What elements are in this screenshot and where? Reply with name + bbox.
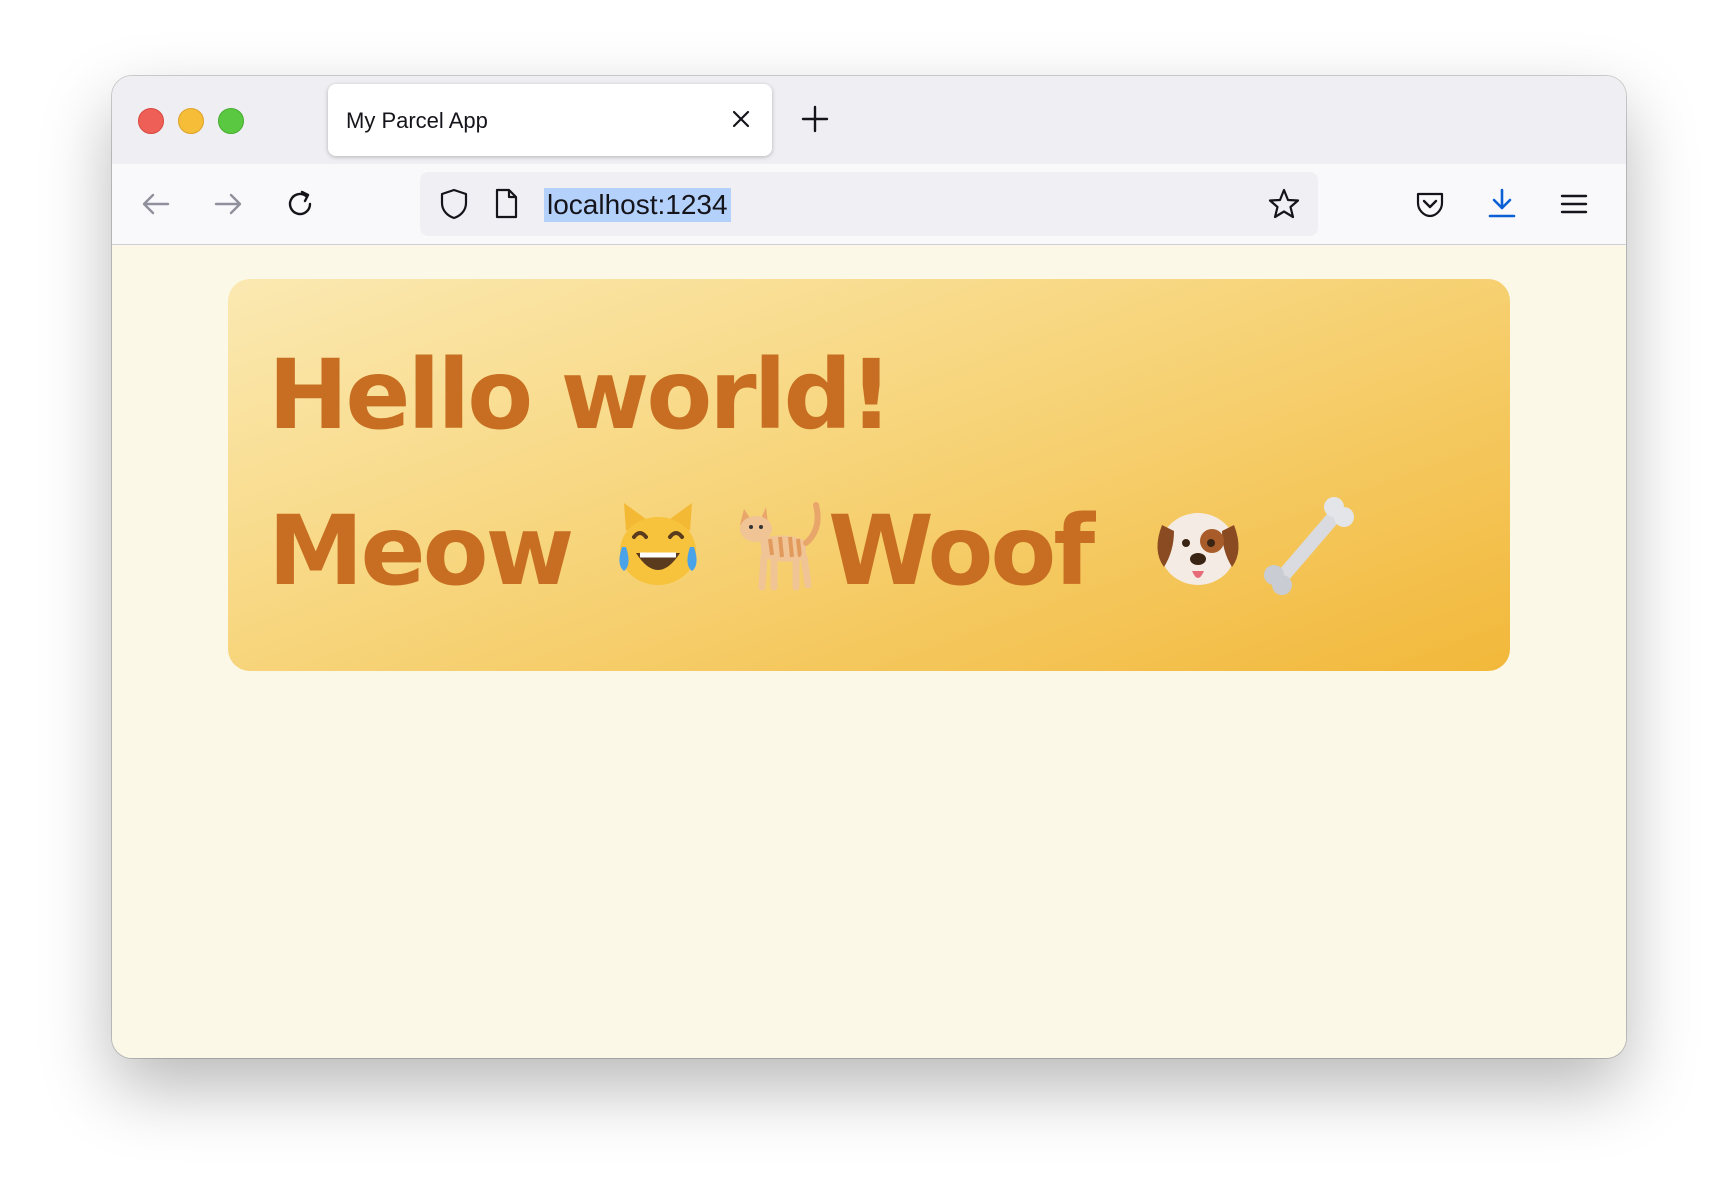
star-icon[interactable] bbox=[1266, 186, 1302, 222]
tab-bar: My Parcel App bbox=[112, 76, 1626, 164]
woof-text: Woof bbox=[828, 495, 1095, 607]
pocket-icon[interactable] bbox=[1412, 186, 1448, 222]
navigation-toolbar: localhost:1234 bbox=[112, 164, 1626, 245]
url-bar[interactable]: localhost:1234 bbox=[420, 172, 1318, 236]
dog-face-icon bbox=[1157, 513, 1239, 585]
window-maximize-button[interactable] bbox=[218, 108, 244, 134]
url-input[interactable]: localhost:1234 bbox=[544, 188, 731, 222]
tab-active[interactable]: My Parcel App bbox=[328, 84, 772, 156]
plus-icon[interactable] bbox=[798, 102, 832, 136]
hero-card: Hello world! Meow Woof bbox=[228, 279, 1510, 671]
tab-title: My Parcel App bbox=[346, 108, 488, 133]
page-title: Hello world! bbox=[268, 339, 893, 451]
page-icon[interactable] bbox=[488, 186, 524, 222]
download-icon[interactable] bbox=[1484, 186, 1520, 222]
menu-icon[interactable] bbox=[1556, 186, 1592, 222]
meow-text: Meow bbox=[268, 495, 574, 607]
back-arrow-icon[interactable] bbox=[138, 186, 174, 222]
close-icon[interactable] bbox=[728, 106, 754, 132]
bone-icon bbox=[1264, 497, 1354, 595]
forward-arrow-icon[interactable] bbox=[210, 186, 246, 222]
browser-window: My Parcel App localhost:1234 Hello world… bbox=[112, 76, 1626, 1058]
page-content: Hello world! Meow Woof bbox=[112, 245, 1626, 1058]
window-close-button[interactable] bbox=[138, 108, 164, 134]
reload-icon[interactable] bbox=[282, 186, 318, 222]
shield-icon[interactable] bbox=[436, 186, 472, 222]
window-minimize-button[interactable] bbox=[178, 108, 204, 134]
cat-icon bbox=[740, 502, 821, 591]
cat-tears-of-joy-icon bbox=[619, 503, 697, 585]
